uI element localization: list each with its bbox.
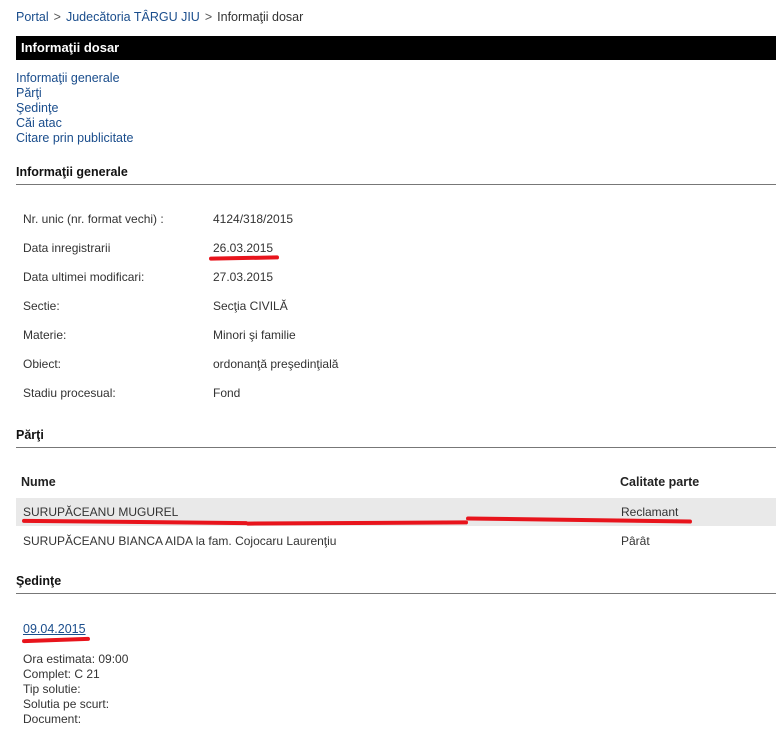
nav-link-appeals[interactable]: Căi atac xyxy=(16,116,133,131)
hearing-details: Ora estimata: 09:00 Complet: C 21 Tip so… xyxy=(23,652,128,727)
info-value: Secţia CIVILĂ xyxy=(213,299,288,313)
nav-link-parties[interactable]: Părţi xyxy=(16,86,133,101)
info-label: Materie: xyxy=(23,328,67,342)
hearing-estimated-time: Ora estimata: 09:00 xyxy=(23,652,129,666)
info-value: Fond xyxy=(213,386,241,400)
breadcrumb: Portal > Judecătoria TÂRGU JIU > Informaţii … xyxy=(16,10,303,24)
section-nav: Informaţii generale Părţi Şedinţe Căi at… xyxy=(16,71,133,146)
hearing-solution-type: Tip solutie: xyxy=(23,682,81,696)
section-heading-hearings: Şedinţe xyxy=(16,574,776,594)
info-label: Sectie: xyxy=(23,299,60,313)
column-header-role: Calitate parte xyxy=(620,475,700,489)
info-label: Obiect: xyxy=(23,357,62,371)
info-label: Data inregistrarii xyxy=(23,241,111,255)
hearing-panel: Complet: C 21 xyxy=(23,667,100,681)
party-name: SURUPĂCEANU MUGUREL xyxy=(23,505,179,519)
breadcrumb-separator: > xyxy=(53,10,61,24)
breadcrumb-separator: > xyxy=(204,10,213,24)
table-row: SURUPĂCEANU BIANCA AIDA la fam. Cojocaru… xyxy=(16,527,776,555)
section-heading-general: Informaţii generale xyxy=(16,165,776,185)
breadcrumb-current: Informaţii dosar xyxy=(217,10,304,24)
hearing-date: 09.04.2015 xyxy=(23,622,86,636)
info-value: 4124/318/2015 xyxy=(213,212,294,226)
hearing-date-link[interactable]: 09.04.2015 xyxy=(23,622,86,636)
column-header-name: Nume xyxy=(21,475,56,489)
page-title-bar: Informaţii dosar xyxy=(16,36,776,60)
party-name: SURUPĂCEANU BIANCA AIDA la fam. Cojocaru… xyxy=(23,534,337,548)
nav-link-general[interactable]: Informaţii generale xyxy=(16,71,133,86)
annotation-underline-hearing-date xyxy=(21,636,91,644)
hearing-document: Document: xyxy=(23,712,82,726)
info-value: Minori şi familie xyxy=(213,328,296,342)
breadcrumb-portal-link[interactable]: Portal xyxy=(16,10,49,24)
party-role: Reclamant xyxy=(621,505,679,519)
info-label: Stadiu procesual: xyxy=(23,386,116,400)
hearing-solution-summary: Solutia pe scurt: xyxy=(23,697,110,711)
info-label: Nr. unic (nr. format vechi) : xyxy=(23,212,164,226)
info-value: 27.03.2015 xyxy=(213,270,274,284)
nav-link-publication-summons[interactable]: Citare prin publicitate xyxy=(16,131,133,146)
section-heading-parties: Părţi xyxy=(16,428,776,448)
info-value: ordonanţă preşedinţială xyxy=(213,357,339,371)
nav-link-hearings[interactable]: Şedinţe xyxy=(16,101,133,116)
breadcrumb-court-link[interactable]: Judecătoria TÂRGU JIU xyxy=(66,10,200,24)
info-value: 26.03.2015 xyxy=(213,241,274,255)
party-role: Pârât xyxy=(621,534,650,548)
info-label: Data ultimei modificari: xyxy=(23,270,145,284)
page-title: Informaţii dosar xyxy=(21,40,120,55)
annotation-underline-registration-date xyxy=(208,255,280,261)
